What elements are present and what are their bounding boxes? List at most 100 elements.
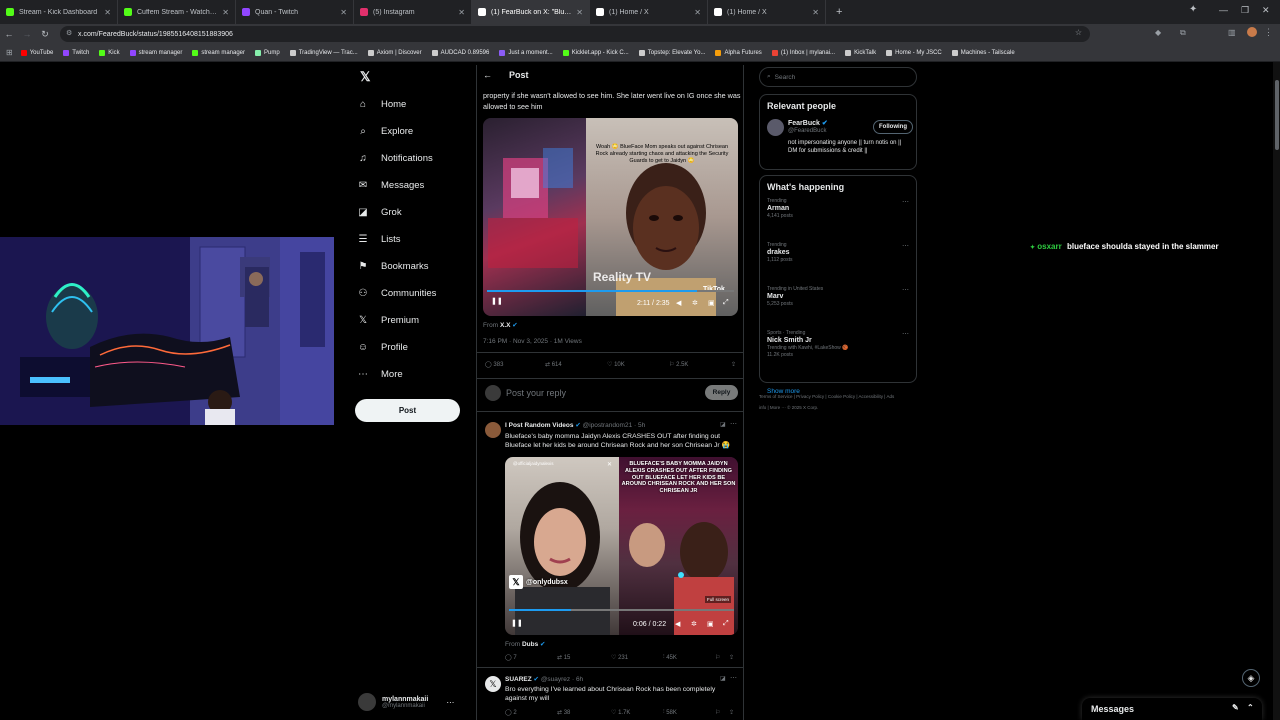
close-tab-icon[interactable]: ✕ bbox=[222, 8, 229, 17]
grok-floating-icon[interactable]: ◈ bbox=[1242, 669, 1260, 687]
bookmark-icon[interactable]: ⚐ bbox=[715, 709, 720, 716]
browser-menu-icon[interactable]: ⋮ bbox=[1264, 27, 1273, 38]
volume-icon[interactable]: ◀ bbox=[676, 299, 681, 307]
compose-message-icon[interactable]: ✎ bbox=[1232, 703, 1239, 712]
nav-item-profile[interactable]: ☺ Profile bbox=[355, 334, 470, 361]
bookmark-item[interactable]: Topstep: Elevate Yo... bbox=[638, 49, 705, 56]
settings-icon[interactable]: ✲ bbox=[691, 620, 697, 628]
trend-item[interactable]: Trending Arman 4,141 posts ⋯ bbox=[767, 198, 909, 236]
avatar[interactable] bbox=[767, 119, 784, 136]
trend-item[interactable]: Trending in United States Marv 5,253 posts… bbox=[767, 286, 909, 324]
views-action[interactable]: ⫶ 45K bbox=[663, 654, 677, 661]
avatar[interactable]: 𝕏 bbox=[485, 676, 501, 692]
more-icon[interactable]: ⋯ bbox=[730, 674, 737, 682]
nav-item-messages[interactable]: ✉ Messages bbox=[355, 172, 470, 199]
bookmark-item[interactable]: Kick bbox=[99, 49, 120, 56]
reply-input[interactable]: Post your reply bbox=[506, 388, 566, 398]
reply-action[interactable]: ◯ 383 bbox=[485, 361, 503, 369]
source-account-link[interactable]: X.X bbox=[500, 322, 510, 329]
more-icon[interactable]: ⋯ bbox=[902, 198, 909, 206]
site-info-icon[interactable]: ⚙ bbox=[66, 29, 72, 37]
like-action[interactable]: ♡ 1.7K bbox=[611, 709, 630, 717]
browser-tab[interactable]: (1) Home / X ✕ bbox=[708, 0, 826, 24]
pip-icon[interactable]: ▣ bbox=[707, 620, 714, 628]
avatar[interactable] bbox=[485, 422, 501, 438]
reply-author[interactable]: I Post Random Videos bbox=[505, 422, 574, 429]
pause-icon[interactable]: ❚❚ bbox=[491, 297, 503, 305]
extensions-puzzle-icon[interactable]: ⧉ bbox=[1180, 28, 1186, 38]
nav-item-communities[interactable]: ⚇ Communities bbox=[355, 280, 470, 307]
repost-action[interactable]: ⇄ 614 bbox=[545, 361, 562, 369]
new-tab-button[interactable]: + bbox=[836, 6, 842, 18]
repost-action[interactable]: ⇄ 38 bbox=[557, 709, 570, 717]
bookmark-item[interactable]: Just a moment... bbox=[499, 49, 553, 56]
browser-tab[interactable]: (1) Home / X ✕ bbox=[590, 0, 708, 24]
bookmark-item[interactable]: Kicklet.app - Kick C... bbox=[562, 49, 629, 56]
grok-icon[interactable]: ◪ bbox=[720, 675, 726, 682]
account-switcher[interactable]: mylannmakaii @mylannmakaii ⋯ bbox=[358, 689, 468, 715]
nav-item-grok[interactable]: ◪ Grok bbox=[355, 199, 470, 226]
close-tab-icon[interactable]: ✕ bbox=[812, 8, 819, 17]
page-scrollbar[interactable] bbox=[1273, 62, 1280, 720]
bookmark-icon[interactable]: ⚐ bbox=[715, 654, 720, 661]
bookmark-item[interactable]: Pump bbox=[255, 49, 280, 56]
reply-video[interactable]: BLUEFACE'S BABY MOMMA JAIDYN ALEXIS CRAS… bbox=[505, 457, 738, 635]
bookmark-item[interactable]: stream manager bbox=[192, 49, 245, 56]
repost-action[interactable]: ⇄ 15 bbox=[557, 654, 570, 662]
post-button[interactable]: Post bbox=[355, 399, 460, 422]
like-action[interactable]: ♡ 10K bbox=[607, 361, 625, 369]
pip-icon[interactable]: ▣ bbox=[708, 299, 715, 307]
x-logo-icon[interactable]: 𝕏 bbox=[360, 69, 370, 85]
nav-item-explore[interactable]: ⌕ Explore bbox=[355, 118, 470, 145]
reply-action[interactable]: ◯ 7 bbox=[505, 654, 517, 662]
close-tab-icon[interactable]: ✕ bbox=[458, 8, 465, 17]
bookmark-item[interactable]: (1) Inbox | mylanai... bbox=[771, 49, 835, 56]
nav-item-home[interactable]: ⌂ Home bbox=[355, 91, 470, 118]
bookmark-item[interactable]: YouTube bbox=[20, 49, 53, 56]
search-input[interactable]: ⌕ Search bbox=[759, 67, 917, 87]
close-tab-icon[interactable]: ✕ bbox=[576, 8, 583, 17]
views-action[interactable]: ⫶ 58K bbox=[663, 709, 677, 716]
address-bar[interactable]: ⚙ x.com/FearedBuck/status/19855164081518… bbox=[60, 26, 1090, 42]
apps-grid-icon[interactable]: ⊞ bbox=[6, 48, 13, 57]
trend-item[interactable]: Sports · Trending Nick Smith Jr Trending w… bbox=[767, 330, 909, 376]
nav-item-bookmarks[interactable]: ⚑ Bookmarks bbox=[355, 253, 470, 280]
post-video[interactable]: Woah 😳 BlueFace Mom speaks out against C… bbox=[483, 118, 738, 316]
reload-button[interactable]: ↻ bbox=[36, 29, 54, 40]
sidebar-footer[interactable]: Terms of Service | Privacy Policy | Cook… bbox=[759, 391, 899, 413]
pause-icon[interactable]: ❚❚ bbox=[511, 619, 523, 627]
profile-avatar-icon[interactable] bbox=[1247, 27, 1257, 37]
reply-button[interactable]: Reply bbox=[705, 385, 738, 400]
close-tab-icon[interactable]: ✕ bbox=[694, 8, 701, 17]
browser-tab[interactable]: (1) FearBuck on X: "Bluefac ✕ bbox=[472, 0, 590, 24]
bookmark-item[interactable]: Alpha Futures bbox=[715, 49, 762, 56]
bookmark-item[interactable]: TradingView — Trac... bbox=[289, 49, 358, 56]
trend-item[interactable]: Trending drakes 1,112 posts ⋯ bbox=[767, 242, 909, 280]
share-icon[interactable]: ⇪ bbox=[729, 709, 734, 716]
bookmark-item[interactable]: Machines - Tailscale bbox=[951, 49, 1015, 56]
maximize-window-button[interactable]: ❐ bbox=[1241, 5, 1249, 16]
side-panel-icon[interactable]: ▥ bbox=[1228, 28, 1236, 37]
nav-item-premium[interactable]: 𝕏 Premium bbox=[355, 307, 470, 334]
close-icon[interactable]: ✕ bbox=[607, 461, 612, 468]
fullscreen-icon[interactable]: ⤢ bbox=[723, 299, 729, 307]
person-name[interactable]: FearBuck ✔ bbox=[788, 119, 828, 127]
page-scrollbar-thumb[interactable] bbox=[1275, 80, 1279, 150]
bookmark-item[interactable]: stream manager bbox=[129, 49, 182, 56]
browser-tab[interactable]: (5) Instagram ✕ bbox=[354, 0, 472, 24]
source-account-link[interactable]: Dubs bbox=[522, 641, 538, 648]
more-icon[interactable]: ⋯ bbox=[902, 242, 909, 250]
grok-icon[interactable]: ◪ bbox=[720, 421, 726, 428]
volume-icon[interactable]: ◀ bbox=[675, 620, 680, 628]
bookmark-action[interactable]: ⚐ 2.5K bbox=[669, 361, 688, 369]
reply-action[interactable]: ◯ 2 bbox=[505, 709, 517, 717]
more-icon[interactable]: ⋯ bbox=[902, 286, 909, 294]
close-tab-icon[interactable]: ✕ bbox=[340, 8, 347, 17]
browser-tab[interactable]: Stream - Kick Dashboard ✕ bbox=[0, 0, 118, 24]
like-action[interactable]: ♡ 231 bbox=[611, 654, 628, 662]
fullscreen-icon[interactable]: ⤢ bbox=[723, 620, 729, 628]
browser-tab[interactable]: Cuffem Stream - Watch Live on ✕ bbox=[118, 0, 236, 24]
extension-icon[interactable]: ◆ bbox=[1155, 28, 1161, 37]
bookmark-star-icon[interactable]: ☆ bbox=[1075, 28, 1082, 37]
bookmark-item[interactable]: Axiom | Discover bbox=[367, 49, 422, 56]
